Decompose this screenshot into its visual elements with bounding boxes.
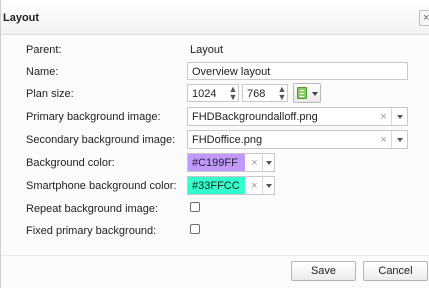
parent-value: Layout (190, 44, 224, 56)
spreadsheet-icon (297, 87, 307, 99)
clear-icon[interactable]: × (249, 157, 260, 169)
spin-down-icon[interactable]: ▼ (227, 93, 239, 102)
bg-color-label: Background color: (26, 157, 115, 169)
bg-color-swatch[interactable]: #C199FF (188, 154, 245, 171)
chevron-down-icon (312, 92, 318, 96)
chevron-down-icon[interactable] (397, 115, 403, 119)
chevron-down-icon[interactable] (266, 184, 272, 188)
plan-size-label: Plan size: (26, 88, 74, 100)
chevron-down-icon[interactable] (266, 161, 272, 165)
clear-icon[interactable]: × (378, 134, 389, 146)
fixed-primary-bg-label: Fixed primary background: (26, 225, 157, 237)
phone-bg-color-label: Smartphone background color: (26, 180, 177, 192)
primary-bg-select[interactable]: FHDBackgroundalloff.png × (187, 107, 408, 126)
fixed-primary-bg-checkbox[interactable] (190, 224, 200, 234)
layout-dialog: Layout × Parent: Layout Name: Overview l… (0, 0, 429, 288)
parent-label: Parent: (26, 44, 62, 56)
bg-color-picker[interactable]: #C199FF × (187, 153, 275, 172)
repeat-bg-label: Repeat background image: (26, 203, 159, 215)
dialog-title: Layout (3, 12, 40, 24)
dialog-titlebar: Layout × (1, 0, 429, 35)
chevron-down-icon[interactable] (397, 138, 403, 142)
secondary-bg-label: Secondary background image: (26, 134, 176, 146)
name-input[interactable]: Overview layout (187, 62, 408, 80)
repeat-bg-checkbox[interactable] (190, 202, 200, 212)
phone-bg-color-picker[interactable]: #33FFCC × (187, 176, 275, 195)
phone-bg-color-swatch[interactable]: #33FFCC (188, 177, 245, 194)
primary-bg-value: FHDBackgroundalloff.png (192, 111, 318, 123)
phone-bg-color-value: #33FFCC (192, 180, 240, 192)
secondary-bg-select[interactable]: FHDoffice.png × (187, 130, 408, 149)
plan-size-preset-button[interactable] (293, 83, 321, 103)
bg-color-value: #C199FF (192, 157, 238, 169)
primary-bg-label: Primary background image: (26, 111, 161, 123)
clear-icon[interactable]: × (378, 111, 389, 123)
plan-width-spinner[interactable]: ▲ ▼ (227, 85, 239, 102)
plan-height-spinner[interactable]: ▲ ▼ (276, 85, 288, 102)
cancel-button[interactable]: Cancel (363, 261, 428, 281)
close-icon[interactable]: × (419, 10, 429, 26)
clear-icon[interactable]: × (249, 180, 260, 192)
secondary-bg-value: FHDoffice.png (192, 134, 263, 146)
name-label: Name: (26, 66, 59, 78)
footer-divider (1, 255, 429, 256)
spin-down-icon[interactable]: ▼ (276, 93, 288, 102)
save-button[interactable]: Save (291, 261, 356, 281)
